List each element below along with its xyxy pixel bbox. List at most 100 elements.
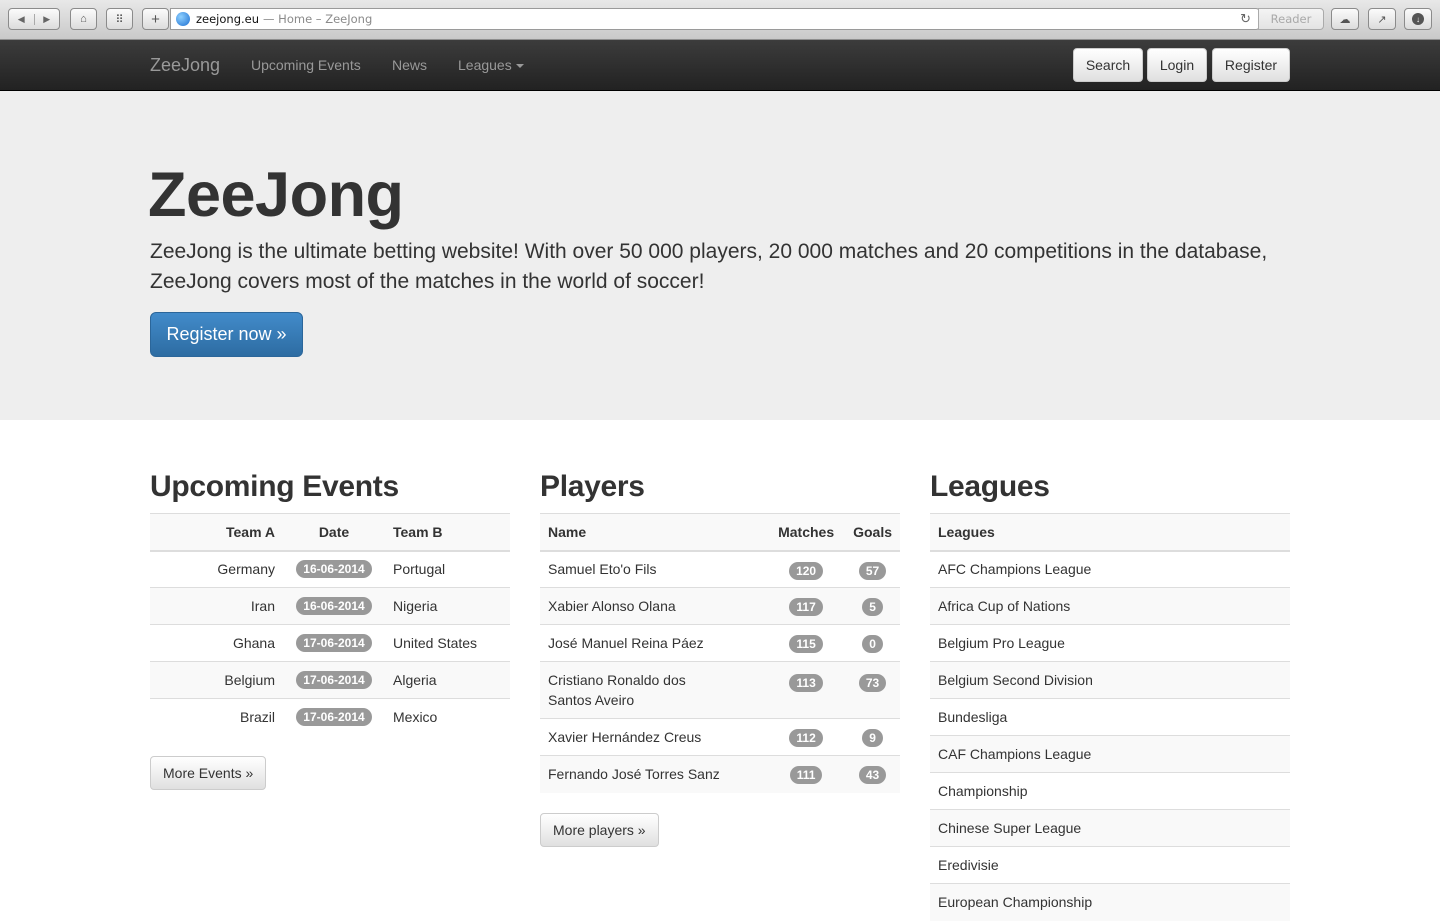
hero-description: ZeeJong is the ultimate betting website!… bbox=[150, 240, 1268, 293]
brand-link[interactable]: ZeeJong bbox=[150, 55, 220, 76]
events-table: Team A Date Team B Germany 16-06-2014 Port… bbox=[150, 513, 510, 736]
team-b: United States bbox=[385, 624, 510, 662]
players-section: Players Name Matches Goals Samuel Eto'o … bbox=[540, 460, 900, 921]
league-row[interactable]: Championship bbox=[930, 772, 1290, 810]
matches-cell: 111 bbox=[767, 755, 846, 793]
goals-cell: 73 bbox=[845, 661, 900, 719]
browser-toolbar: ◀ ▶ ⌂ ⠿ + zeejong.eu — Home – ZeeJong ↻ … bbox=[0, 0, 1440, 40]
register-now-button[interactable]: Register now » bbox=[150, 312, 303, 357]
matches-badge: 115 bbox=[789, 635, 823, 653]
goals-cell: 9 bbox=[845, 718, 900, 756]
nav-leagues-label: Leagues bbox=[458, 57, 512, 73]
matches-badge: 112 bbox=[789, 729, 823, 747]
column-header: Leagues bbox=[930, 513, 1290, 552]
matches-badge: 113 bbox=[789, 674, 823, 692]
caret-down-icon bbox=[515, 64, 524, 69]
league-name[interactable]: CAF Champions League bbox=[930, 735, 1290, 773]
goals-badge: 9 bbox=[862, 729, 883, 747]
register-button[interactable]: Register bbox=[1212, 48, 1290, 82]
player-name: Fernando José Torres Sanz bbox=[540, 755, 768, 793]
site-navbar: ZeeJong Upcoming Events News Leagues Sea… bbox=[0, 40, 1440, 91]
top-sites-button[interactable]: ⠿ bbox=[106, 8, 133, 30]
players-table: Name Matches Goals Samuel Eto'o Fils 120 5… bbox=[540, 513, 900, 793]
nav-news[interactable]: News bbox=[392, 57, 427, 73]
date-cell: 17-06-2014 bbox=[283, 624, 385, 662]
column-header: Goals bbox=[845, 513, 900, 552]
league-row[interactable]: Chinese Super League bbox=[930, 809, 1290, 847]
forward-icon[interactable]: ▶ bbox=[35, 14, 60, 25]
more-players-button[interactable]: More players » bbox=[540, 812, 659, 847]
matches-badge: 117 bbox=[789, 598, 823, 616]
date-badge: 17-06-2014 bbox=[296, 708, 372, 727]
downloads-button[interactable]: ↓ bbox=[1404, 8, 1432, 30]
column-header: Matches bbox=[767, 513, 846, 552]
event-row[interactable]: Brazil 17-06-2014 Mexico bbox=[150, 698, 510, 736]
reload-icon[interactable]: ↻ bbox=[1240, 12, 1251, 27]
league-row[interactable]: Africa Cup of Nations bbox=[930, 587, 1290, 625]
search-button[interactable]: Search bbox=[1073, 48, 1143, 82]
player-row[interactable]: Xabier Alonso Olana 117 5 bbox=[540, 587, 900, 625]
new-tab-button[interactable]: + bbox=[142, 8, 169, 30]
icloud-tabs-button[interactable]: ☁ bbox=[1331, 8, 1359, 30]
page-title: — Home – ZeeJong bbox=[263, 12, 373, 26]
league-name[interactable]: Belgium Pro League bbox=[930, 624, 1290, 662]
league-row[interactable]: AFC Champions League bbox=[930, 551, 1290, 588]
url-host: zeejong.eu bbox=[196, 12, 260, 26]
reader-button[interactable]: Reader bbox=[1258, 8, 1324, 30]
download-icon: ↓ bbox=[1412, 13, 1424, 25]
column-header: Team A bbox=[150, 513, 283, 552]
league-name[interactable]: European Championship bbox=[930, 883, 1290, 921]
team-a: Iran bbox=[150, 587, 283, 625]
section-title: Upcoming Events bbox=[150, 470, 399, 503]
matches-cell: 117 bbox=[767, 587, 846, 625]
league-row[interactable]: European Championship bbox=[930, 883, 1290, 921]
goals-badge: 43 bbox=[858, 766, 887, 784]
league-name[interactable]: Eredivisie bbox=[930, 846, 1290, 884]
league-row[interactable]: Belgium Second Division bbox=[930, 661, 1290, 699]
nav-upcoming-events[interactable]: Upcoming Events bbox=[251, 57, 361, 73]
league-name[interactable]: Bundesliga bbox=[930, 698, 1290, 736]
player-row[interactable]: Fernando José Torres Sanz 111 43 bbox=[540, 755, 900, 793]
player-row[interactable]: Samuel Eto'o Fils 120 57 bbox=[540, 551, 900, 588]
home-button[interactable]: ⌂ bbox=[70, 8, 97, 30]
event-row[interactable]: Belgium 17-06-2014 Algeria bbox=[150, 661, 510, 699]
league-row[interactable]: Eredivisie bbox=[930, 846, 1290, 884]
back-forward-buttons[interactable]: ◀ ▶ bbox=[8, 8, 60, 30]
league-name[interactable]: Chinese Super League bbox=[930, 809, 1290, 847]
league-row[interactable]: Belgium Pro League bbox=[930, 624, 1290, 662]
team-b: Algeria bbox=[385, 661, 510, 699]
goals-cell: 0 bbox=[845, 624, 900, 662]
team-b: Nigeria bbox=[385, 587, 510, 625]
league-name[interactable]: Africa Cup of Nations bbox=[930, 587, 1290, 625]
player-name: Xabier Alonso Olana bbox=[540, 587, 768, 625]
event-row[interactable]: Germany 16-06-2014 Portugal bbox=[150, 551, 510, 588]
nav-leagues-dropdown[interactable]: Leagues bbox=[458, 57, 524, 73]
team-a: Germany bbox=[217, 561, 275, 578]
date-cell: 17-06-2014 bbox=[283, 661, 385, 699]
matches-cell: 120 bbox=[767, 551, 845, 588]
back-icon[interactable]: ◀ bbox=[9, 13, 35, 25]
event-row[interactable]: Ghana 17-06-2014 United States bbox=[150, 624, 510, 662]
player-row[interactable]: José Manuel Reina Páez 115 0 bbox=[540, 624, 900, 662]
cloud-icon: ☁ bbox=[1339, 13, 1351, 26]
league-row[interactable]: Bundesliga bbox=[930, 698, 1290, 736]
date-cell: 17-06-2014 bbox=[283, 698, 385, 736]
share-button[interactable]: ↗ bbox=[1368, 8, 1396, 30]
player-row[interactable]: Cristiano Ronaldo dos Santos Aveiro 113 73 bbox=[540, 661, 900, 719]
goals-badge: 5 bbox=[862, 598, 883, 616]
leagues-table: Leagues AFC Champions League Africa Cup o… bbox=[930, 513, 1290, 921]
address-bar[interactable]: zeejong.eu — Home – ZeeJong ↻ bbox=[170, 8, 1260, 30]
login-button[interactable]: Login bbox=[1147, 48, 1207, 82]
league-name[interactable]: AFC Champions League bbox=[930, 551, 1290, 588]
upcoming-events-section: Upcoming Events Team A Date Team B Germa… bbox=[150, 460, 510, 921]
home-icon: ⌂ bbox=[80, 13, 87, 25]
player-row[interactable]: Xavier Hernández Creus 112 9 bbox=[540, 718, 900, 756]
matches-badge: 120 bbox=[789, 561, 824, 580]
league-name[interactable]: Belgium Second Division bbox=[930, 661, 1290, 699]
more-events-button[interactable]: More Events » bbox=[150, 755, 267, 790]
section-title: Leagues bbox=[930, 470, 1050, 503]
league-row[interactable]: CAF Champions League bbox=[930, 735, 1290, 773]
event-row[interactable]: Iran 16-06-2014 Nigeria bbox=[150, 587, 510, 625]
matches-badge: 111 bbox=[789, 766, 823, 784]
league-name[interactable]: Championship bbox=[930, 772, 1290, 810]
